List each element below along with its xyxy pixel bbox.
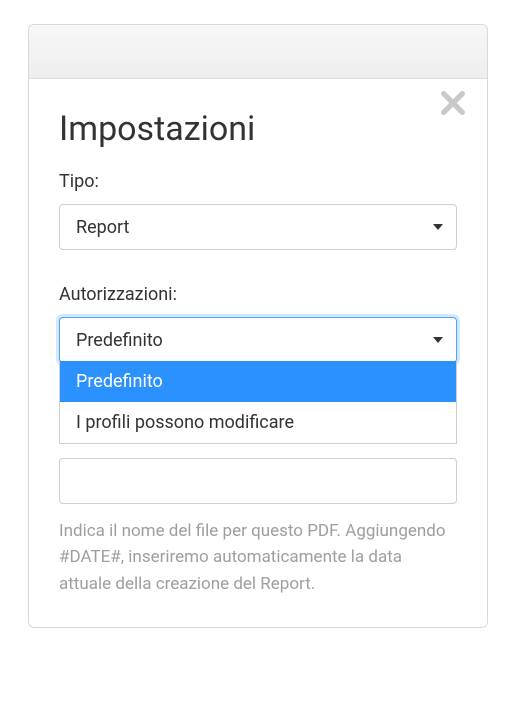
autorizzazioni-select-wrap: Predefinito [59, 317, 457, 363]
panel-header [29, 25, 487, 79]
dropdown-option[interactable]: Predefinito [60, 361, 456, 402]
autorizzazioni-select[interactable]: Predefinito [59, 317, 457, 363]
tipo-selected-value: Report [76, 217, 129, 238]
settings-panel: Impostazioni Tipo: Report Autorizzazioni… [28, 24, 488, 628]
dropdown-option-label: Predefinito [76, 371, 163, 392]
autorizzazioni-dropdown: Predefinito I profili possono modificare [59, 361, 457, 444]
panel-body: Impostazioni Tipo: Report Autorizzazioni… [29, 79, 487, 627]
autorizzazioni-selected-value: Predefinito [76, 330, 163, 351]
tipo-select[interactable]: Report [59, 204, 457, 250]
dropdown-option-label: I profili possono modificare [76, 412, 294, 433]
close-button[interactable] [437, 87, 469, 119]
autorizzazioni-label: Autorizzazioni: [59, 284, 457, 305]
tipo-label: Tipo: [59, 171, 457, 192]
filename-input[interactable] [59, 458, 457, 504]
tipo-select-wrap: Report [59, 204, 457, 250]
close-icon [437, 87, 469, 119]
dropdown-option[interactable]: I profili possono modificare [60, 402, 456, 443]
modal-title: Impostazioni [59, 109, 457, 149]
filename-helper-text: Indica il nome del file per questo PDF. … [59, 518, 457, 597]
